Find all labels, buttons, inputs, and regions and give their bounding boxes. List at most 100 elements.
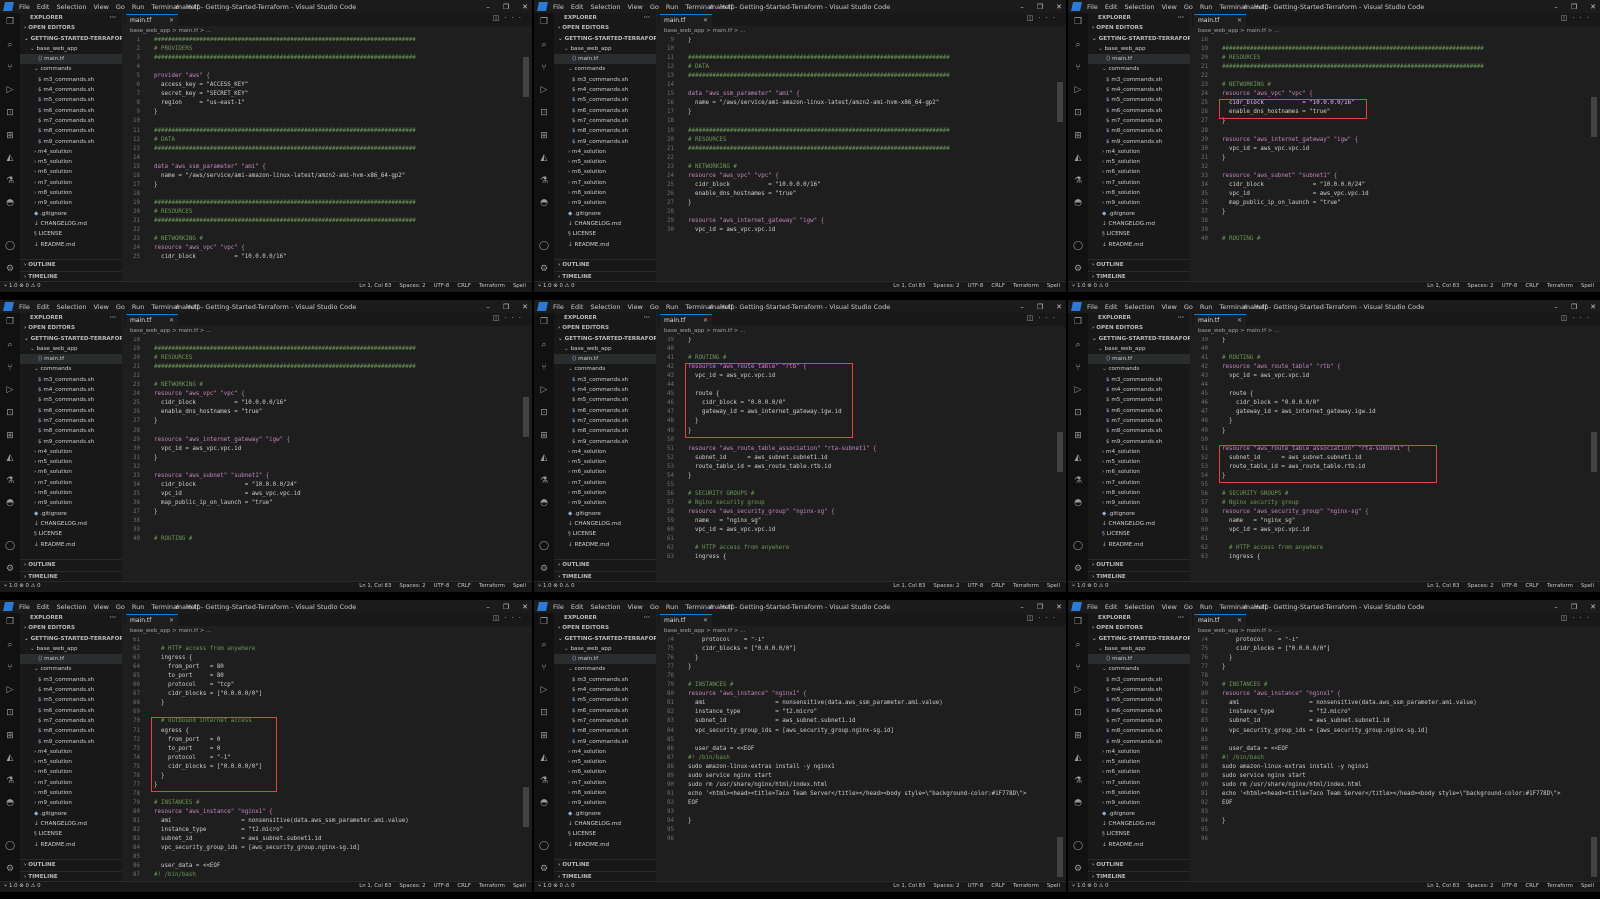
- explorer-item[interactable]: ⟨⟩ main.tf: [1088, 654, 1190, 665]
- explorer-item[interactable]: › m4_solution: [554, 147, 656, 157]
- menu-item[interactable]: Edit: [1105, 303, 1118, 311]
- account-icon[interactable]: ◯: [539, 541, 549, 551]
- explorer-item[interactable]: › m7_solution: [554, 478, 656, 488]
- account-icon[interactable]: ◯: [1073, 541, 1083, 551]
- status-encoding[interactable]: UTF-8: [434, 883, 450, 889]
- status-ln-col[interactable]: Ln 1, Col 83: [893, 883, 925, 889]
- docker-icon[interactable]: ◓: [539, 498, 549, 508]
- maximize-button[interactable]: ❐: [503, 603, 509, 611]
- breadcrumb[interactable]: base_web_app > main.tf > ...: [130, 27, 211, 36]
- status-left[interactable]: ⑂ 1.0 ⊗ 0 ⚠ 0: [4, 283, 41, 289]
- files-icon[interactable]: ❐: [1073, 317, 1083, 327]
- status-ln-col[interactable]: Ln 1, Col 83: [893, 283, 925, 289]
- menu-item[interactable]: Selection: [590, 3, 620, 11]
- explorer-item[interactable]: $ m3_commands.sh: [20, 375, 122, 385]
- more-actions-button[interactable]: ···: [110, 313, 116, 323]
- menu-item[interactable]: Go: [650, 3, 659, 11]
- close-button[interactable]: ✕: [1056, 303, 1062, 311]
- explorer-item[interactable]: $ m4_commands.sh: [20, 385, 122, 395]
- code-editor[interactable]: 18 19 ####################################…: [124, 337, 532, 582]
- status-spell[interactable]: Spell: [1581, 883, 1594, 889]
- status-ln-col[interactable]: Ln 1, Col 83: [359, 583, 391, 589]
- close-button[interactable]: ✕: [1590, 3, 1596, 11]
- breadcrumb[interactable]: base_web_app > main.tf > ...: [1198, 327, 1279, 336]
- scrollbar-thumb[interactable]: [523, 397, 529, 437]
- source-control-icon[interactable]: ⑂: [5, 63, 15, 73]
- maximize-button[interactable]: ❐: [1037, 303, 1043, 311]
- open-editors-section[interactable]: › OPEN EDITORS: [1088, 323, 1190, 333]
- menu-item[interactable]: File: [553, 3, 564, 11]
- explorer-item[interactable]: ◆ .gitignore: [554, 809, 656, 819]
- explorer-item[interactable]: $ m7_commands.sh: [554, 716, 656, 726]
- menu-item[interactable]: View: [93, 603, 108, 611]
- minimize-button[interactable]: –: [1020, 3, 1024, 11]
- menu-item[interactable]: File: [19, 603, 30, 611]
- breadcrumb[interactable]: base_web_app > main.tf > ...: [664, 627, 745, 636]
- workspace-root[interactable]: ⌄ GETTING-STARTED-TERRAFORM: [20, 334, 122, 344]
- status-left[interactable]: ⑂ 1.0 ⊗ 0 ⚠ 0: [538, 883, 575, 889]
- explorer-item[interactable]: $ m4_commands.sh: [1088, 385, 1190, 395]
- explorer-item[interactable]: $ m5_commands.sh: [1088, 95, 1190, 105]
- explorer-item[interactable]: ↓ README.md: [554, 840, 656, 850]
- workspace-root[interactable]: ⌄ GETTING-STARTED-TERRAFORM: [20, 634, 122, 644]
- status-spell[interactable]: Spell: [513, 583, 526, 589]
- status-left[interactable]: ⑂ 1.0 ⊗ 0 ⚠ 0: [1072, 583, 1109, 589]
- search-icon[interactable]: ⌕: [1073, 640, 1083, 650]
- menu-item[interactable]: Terminal: [151, 603, 178, 611]
- status-ln-col[interactable]: Ln 1, Col 83: [893, 583, 925, 589]
- explorer-item[interactable]: ⟨⟩ main.tf: [1088, 354, 1190, 365]
- explorer-item[interactable]: ◆ .gitignore: [1088, 509, 1190, 519]
- remote-explorer-icon[interactable]: ⊡: [539, 708, 549, 718]
- menu-item[interactable]: Selection: [1124, 3, 1154, 11]
- remote-explorer-icon[interactable]: ⊡: [5, 708, 15, 718]
- explorer-item[interactable]: $ m5_commands.sh: [20, 95, 122, 105]
- explorer-item[interactable]: › m4_solution: [20, 147, 122, 157]
- more-actions-button[interactable]: ···: [644, 613, 650, 623]
- account-icon[interactable]: ◯: [5, 541, 15, 551]
- explorer-item[interactable]: ↓ CHANGELOG.md: [1088, 819, 1190, 829]
- source-control-icon[interactable]: ⑂: [5, 663, 15, 673]
- menu-item[interactable]: File: [1087, 303, 1098, 311]
- open-editors-section[interactable]: › OPEN EDITORS: [20, 23, 122, 33]
- menu-item[interactable]: Edit: [37, 303, 50, 311]
- menu-item[interactable]: View: [93, 303, 108, 311]
- menu-item[interactable]: View: [93, 3, 108, 11]
- source-control-icon[interactable]: ⑂: [1073, 63, 1083, 73]
- explorer-item[interactable]: ⌄ base_web_app: [554, 344, 656, 354]
- explorer-item[interactable]: ⌄ commands: [554, 664, 656, 674]
- files-icon[interactable]: ❐: [5, 317, 15, 327]
- open-editors-section[interactable]: › OPEN EDITORS: [1088, 623, 1190, 633]
- explorer-item[interactable]: › m6_solution: [554, 467, 656, 477]
- close-icon[interactable]: ✕: [169, 615, 174, 626]
- explorer-item[interactable]: ⌄ commands: [1088, 364, 1190, 374]
- explorer-item[interactable]: $ m6_commands.sh: [20, 706, 122, 716]
- status-eol[interactable]: CRLF: [991, 283, 1005, 289]
- explorer-item[interactable]: ↓ CHANGELOG.md: [1088, 519, 1190, 529]
- run-debug-icon[interactable]: ▷: [1073, 85, 1083, 95]
- status-encoding[interactable]: UTF-8: [968, 583, 984, 589]
- explorer-item[interactable]: ↓ CHANGELOG.md: [554, 519, 656, 529]
- explorer-item[interactable]: ⌄ base_web_app: [20, 344, 122, 354]
- explorer-item[interactable]: $ m3_commands.sh: [1088, 675, 1190, 685]
- account-icon[interactable]: ◯: [5, 241, 15, 251]
- menu-item[interactable]: Edit: [571, 3, 584, 11]
- status-ln-col[interactable]: Ln 1, Col 83: [359, 283, 391, 289]
- outline-section[interactable]: › OUTLINE: [554, 859, 656, 870]
- status-spaces[interactable]: Spaces: 2: [399, 883, 425, 889]
- terraform-icon[interactable]: ◭: [5, 453, 15, 463]
- explorer-item[interactable]: $ m6_commands.sh: [554, 706, 656, 716]
- extensions-icon[interactable]: ⊞: [539, 131, 549, 141]
- explorer-item[interactable]: › m6_solution: [1088, 467, 1190, 477]
- workspace-root[interactable]: ⌄ GETTING-STARTED-TERRAFORM: [20, 34, 122, 44]
- minimize-button[interactable]: –: [1554, 3, 1558, 11]
- explorer-item[interactable]: ⌄ commands: [554, 364, 656, 374]
- status-language[interactable]: Terraform: [1013, 283, 1039, 289]
- explorer-item[interactable]: › m6_solution: [554, 167, 656, 177]
- explorer-item[interactable]: $ m9_commands.sh: [20, 437, 122, 447]
- explorer-item[interactable]: $ m6_commands.sh: [20, 106, 122, 116]
- explorer-item[interactable]: ◆ .gitignore: [1088, 809, 1190, 819]
- terraform-icon[interactable]: ◭: [1073, 753, 1083, 763]
- explorer-item[interactable]: ⌄ base_web_app: [1088, 44, 1190, 54]
- settings-icon[interactable]: ⚙: [1073, 864, 1083, 874]
- scrollbar-thumb[interactable]: [1591, 432, 1597, 472]
